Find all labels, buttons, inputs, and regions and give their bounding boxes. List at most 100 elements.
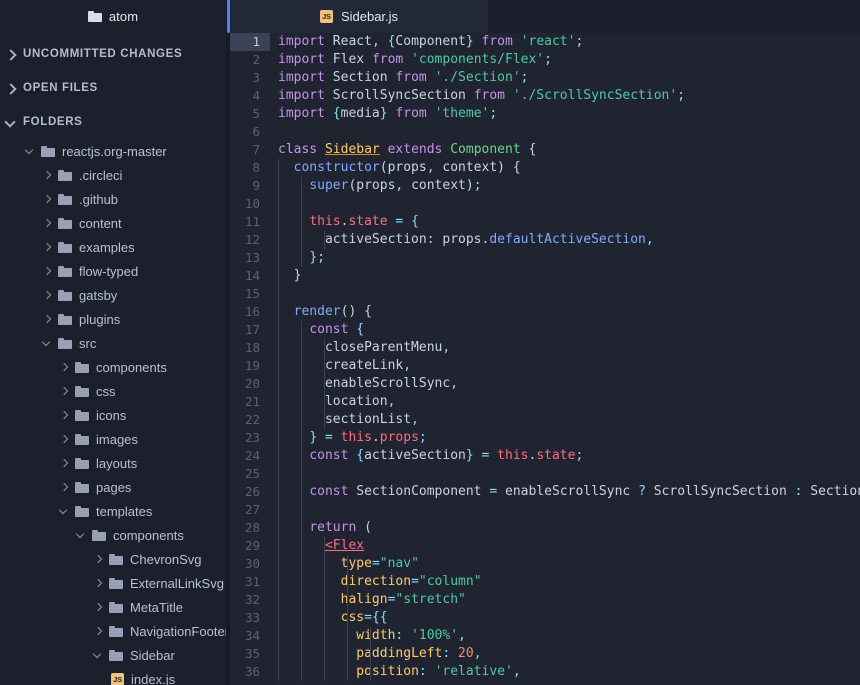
folder-icon	[75, 409, 89, 421]
tree-item-plugins[interactable]: plugins	[0, 307, 226, 331]
tree-item-templates[interactable]: templates	[0, 499, 226, 523]
tree-item-label: gatsby	[79, 287, 118, 303]
code-text: constructor(props, context) {	[270, 159, 860, 177]
tree-item-label: .circleci	[79, 167, 123, 183]
folder-icon	[109, 553, 123, 565]
code-text: render() {	[270, 303, 860, 321]
tree-item-chevronsvg[interactable]: ChevronSvg	[0, 547, 226, 571]
line-number: 15	[244, 286, 260, 301]
line-number: 33	[244, 610, 260, 625]
tree-item-externallinksvg[interactable]: ExternalLinkSvg	[0, 571, 226, 595]
line-number: 28	[244, 520, 260, 535]
code-text: super(props, context);	[270, 177, 860, 195]
chevron-right-icon	[60, 411, 69, 420]
tree-item-layouts[interactable]: layouts	[0, 451, 226, 475]
tree-item-src[interactable]: src	[0, 331, 226, 355]
folder-icon	[58, 265, 72, 277]
sidebar-section-folders[interactable]: FOLDERS	[0, 105, 226, 139]
chevron-right-icon	[60, 435, 69, 444]
code-line: 1 import React, {Component} from 'react'…	[230, 33, 860, 51]
line-number: 14	[244, 268, 260, 283]
section-label: OPEN FILES	[23, 82, 98, 94]
code-line: 27	[230, 501, 860, 519]
code-text	[270, 465, 860, 483]
tree-item-label: src	[79, 335, 97, 351]
folder-icon	[109, 577, 123, 589]
line-number: 22	[244, 412, 260, 427]
tree-item-css[interactable]: css	[0, 379, 226, 403]
tree-item-metatitle[interactable]: MetaTitle	[0, 595, 226, 619]
tree-item-label: css	[96, 383, 116, 399]
tree-item-templates-components[interactable]: components	[0, 523, 226, 547]
tab-label: Sidebar.js	[340, 9, 399, 24]
code-line: 34 width: '100%',	[230, 627, 860, 645]
tree-item-icons[interactable]: icons	[0, 403, 226, 427]
code-line: 6	[230, 123, 860, 141]
line-number: 30	[244, 556, 260, 571]
code-line: 29 <Flex	[230, 537, 860, 555]
tree-item-label: layouts	[96, 455, 138, 471]
code-text: this.state = {	[270, 213, 860, 231]
code-text	[270, 195, 860, 213]
tree-item-gatsby[interactable]: gatsby	[0, 283, 226, 307]
folder-icon	[58, 169, 72, 181]
code-text: };	[270, 249, 860, 267]
tree-item-label: MetaTitle	[130, 599, 183, 615]
code-text: import ScrollSyncSection from './ScrollS…	[278, 88, 686, 103]
folder-icon	[75, 505, 89, 517]
tree-item-pages[interactable]: pages	[0, 475, 226, 499]
folder-icon	[92, 529, 106, 541]
tree-item-index-js[interactable]: JS index.js	[0, 667, 226, 685]
tree-item-label: NavigationFooter	[130, 623, 226, 639]
code-line: 13 };	[230, 249, 860, 267]
chevron-right-icon	[43, 315, 52, 324]
tree-item-circleci[interactable]: .circleci	[0, 163, 226, 187]
line-number: 21	[244, 394, 260, 409]
code-line: 10	[230, 195, 860, 213]
code-editor[interactable]: 1 import React, {Component} from 'react'…	[230, 33, 860, 685]
code-line: 30 type="nav"	[230, 555, 860, 573]
code-line: 14 }	[230, 267, 860, 285]
line-number: 7	[252, 142, 260, 157]
line-number: 11	[244, 214, 260, 229]
tab-sidebar-js[interactable]: JS Sidebar.js	[230, 0, 489, 33]
tree-item-label: plugins	[79, 311, 121, 327]
code-text: }	[270, 267, 860, 285]
code-text: class Sidebar extends Component {	[278, 142, 537, 157]
tree-item-github[interactable]: .github	[0, 187, 226, 211]
line-number: 10	[244, 196, 260, 211]
tree-item-reactjs-org-master[interactable]: reactjs.org-master	[0, 139, 226, 163]
tree-item-label: reactjs.org-master	[62, 143, 167, 159]
tree-item-components[interactable]: components	[0, 355, 226, 379]
tree-item-examples[interactable]: examples	[0, 235, 226, 259]
code-text: const {activeSection} = this.state;	[270, 447, 860, 465]
sidebar-section-open-files[interactable]: OPEN FILES	[0, 71, 226, 105]
folder-icon	[109, 601, 123, 613]
code-text	[270, 501, 860, 519]
code-text	[270, 285, 860, 303]
code-text: sectionList,	[270, 411, 860, 429]
line-number: 18	[244, 340, 260, 355]
folder-icon	[109, 625, 123, 637]
folder-icon	[75, 457, 89, 469]
tree-item-label: components	[113, 527, 184, 543]
code-line: 16 render() {	[230, 303, 860, 321]
tree-item-content[interactable]: content	[0, 211, 226, 235]
code-text: const {	[270, 321, 860, 339]
tree-item-images[interactable]: images	[0, 427, 226, 451]
chevron-down-icon	[94, 651, 103, 660]
line-number: 2	[252, 52, 260, 67]
line-number: 19	[244, 358, 260, 373]
line-number: 36	[244, 664, 260, 679]
folder-icon	[75, 481, 89, 493]
tree-item-flow-typed[interactable]: flow-typed	[0, 259, 226, 283]
sidebar-section-uncommitted-changes[interactable]: UNCOMMITTED CHANGES	[0, 37, 226, 71]
folder-icon	[75, 361, 89, 373]
line-number: 16	[244, 304, 260, 319]
tree-item-label: pages	[96, 479, 132, 495]
code-line: 18 closeParentMenu,	[230, 339, 860, 357]
tree-item-label: Sidebar	[130, 647, 175, 663]
chevron-down-icon	[6, 118, 15, 127]
tree-item-navigationfooter[interactable]: NavigationFooter	[0, 619, 226, 643]
tree-item-sidebar[interactable]: Sidebar	[0, 643, 226, 667]
